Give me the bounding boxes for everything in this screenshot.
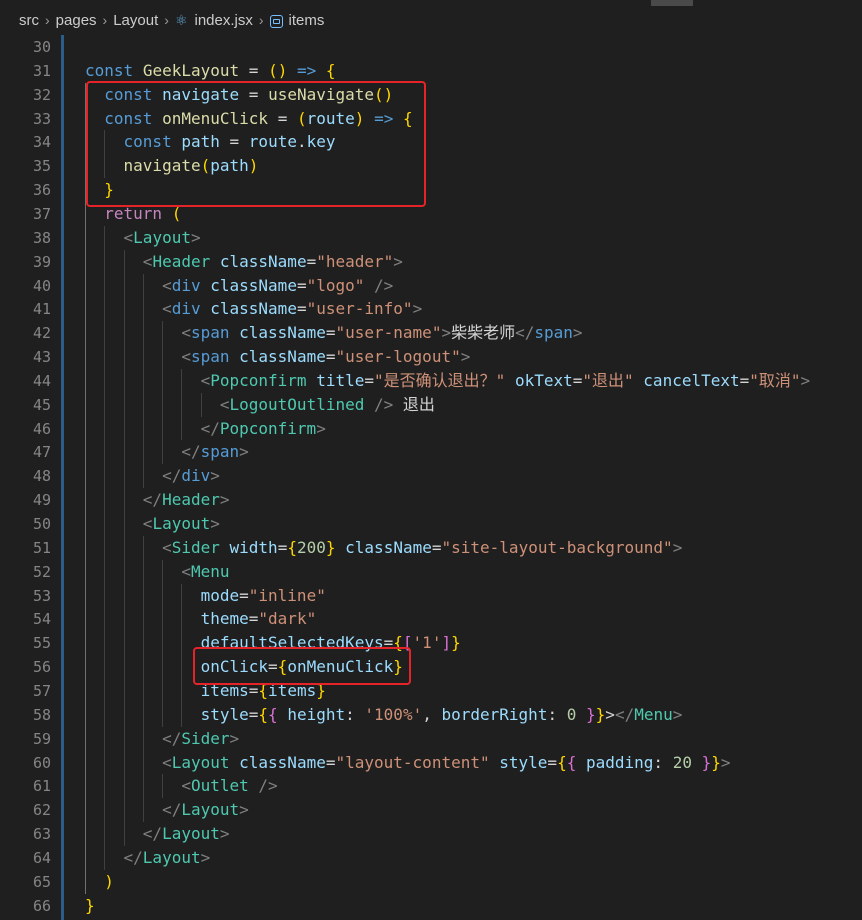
- code-text: const GeekLayout = () => {: [85, 60, 336, 80]
- line-number: 49: [32, 491, 51, 510]
- code-text: items={items}: [200, 680, 326, 700]
- line-number: 57: [32, 681, 51, 700]
- code-text: const navigate = useNavigate(): [104, 84, 394, 104]
- code-text: <Header className="header">: [142, 251, 403, 271]
- line-number: 33: [32, 109, 51, 128]
- code-text: <Layout className="layout-content" style…: [162, 752, 731, 772]
- code-text: onClick={onMenuClick}: [200, 657, 403, 677]
- line-number: 54: [32, 610, 51, 629]
- code-text: }: [104, 180, 114, 200]
- code-text: ): [104, 871, 114, 891]
- line-number: 62: [32, 801, 51, 820]
- chevron-right-icon: ›: [258, 12, 264, 28]
- code-text: style={{ height: '100%', borderRight: 0 …: [200, 704, 683, 724]
- horizontal-scrollbar-thumb[interactable]: [651, 0, 693, 6]
- code-text: <div className="user-info">: [162, 299, 423, 319]
- line-number: 64: [32, 848, 51, 867]
- line-number: 60: [32, 753, 51, 772]
- code-text: const path = route.key: [123, 132, 336, 152]
- line-number: 41: [32, 300, 51, 319]
- line-number: 40: [32, 276, 51, 295]
- code-text: </Layout>: [142, 824, 230, 844]
- line-number: 45: [32, 395, 51, 414]
- react-file-icon: ⚛: [174, 11, 188, 28]
- editor-gutter-marker: [61, 35, 64, 920]
- code-text: <Layout>: [142, 514, 220, 533]
- line-number: 31: [32, 61, 51, 80]
- line-number: 55: [32, 634, 51, 653]
- code-text: <div className="logo" />: [162, 275, 394, 295]
- line-number: 63: [32, 825, 51, 844]
- breadcrumb: src › pages › Layout › ⚛ index.jsx › ite…: [0, 0, 862, 40]
- line-number: 52: [32, 562, 51, 581]
- code-text: <Popconfirm title="是否确认退出？" okText="退出" …: [200, 370, 811, 390]
- code-text: mode="inline": [200, 585, 326, 605]
- code-text: </Sider>: [162, 728, 240, 748]
- line-number: 30: [32, 38, 51, 56]
- chevron-right-icon: ›: [45, 12, 50, 28]
- breadcrumb-item-symbol[interactable]: items: [289, 12, 325, 29]
- code-text: <Layout>: [123, 227, 201, 247]
- code-text: defaultSelectedKeys={['1']}: [200, 633, 461, 653]
- breadcrumb-item-file[interactable]: index.jsx: [195, 12, 253, 29]
- line-number: 58: [32, 705, 51, 724]
- line-number: 43: [32, 348, 51, 367]
- code-text: </Header>: [142, 490, 230, 510]
- breadcrumb-item-pages[interactable]: pages: [56, 12, 97, 29]
- code-text: <LogoutOutlined /> 退出: [219, 394, 435, 414]
- line-number: 46: [32, 419, 51, 438]
- code-text: </div>: [162, 466, 220, 486]
- code-text: navigate(path): [123, 156, 259, 176]
- code-editor[interactable]: 30 31 const GeekLayout = () => { 32 const n…: [0, 35, 862, 920]
- code-text: <span className="user-logout">: [181, 347, 471, 367]
- code-text: return (: [104, 203, 182, 223]
- line-number: 42: [32, 324, 51, 343]
- line-number: 65: [32, 872, 51, 891]
- line-number: 38: [32, 228, 51, 247]
- line-number: 36: [32, 181, 51, 200]
- code-text: </Popconfirm>: [200, 418, 326, 438]
- code-text: <Menu: [181, 561, 230, 581]
- code-text: <span className="user-name">柴柴老师</span>: [181, 323, 583, 343]
- code-text: const onMenuClick = (route) => {: [104, 108, 413, 128]
- chevron-right-icon: ›: [102, 12, 108, 28]
- line-number: 35: [32, 157, 51, 176]
- breadcrumb-item-layout[interactable]: Layout: [113, 12, 158, 29]
- line-number: 56: [32, 658, 51, 677]
- line-number: 44: [32, 371, 51, 390]
- line-number: 34: [32, 133, 51, 152]
- line-number: 51: [32, 538, 51, 557]
- line-number: 53: [32, 586, 51, 605]
- code-text: <Outlet />: [181, 776, 278, 796]
- symbol-variable-icon: [269, 14, 283, 28]
- code-text: </Layout>: [123, 847, 211, 867]
- code-text: </span>: [181, 442, 249, 462]
- breadcrumb-item-src[interactable]: src: [19, 12, 39, 29]
- code-text: <Sider width={200} className="site-layou…: [162, 537, 683, 557]
- line-number: 66: [32, 896, 51, 915]
- chevron-right-icon: ›: [164, 12, 169, 28]
- line-number: 47: [32, 443, 51, 462]
- line-number: 37: [32, 204, 51, 223]
- code-text: }: [85, 895, 95, 915]
- code-text: theme="dark": [200, 609, 317, 629]
- line-number: 39: [32, 252, 51, 271]
- line-number: 59: [32, 729, 51, 748]
- line-number: 50: [32, 515, 51, 533]
- line-number: 48: [32, 467, 51, 486]
- code-text: </Layout>: [162, 800, 249, 820]
- line-number: 32: [32, 85, 51, 104]
- line-number: 61: [32, 777, 51, 796]
